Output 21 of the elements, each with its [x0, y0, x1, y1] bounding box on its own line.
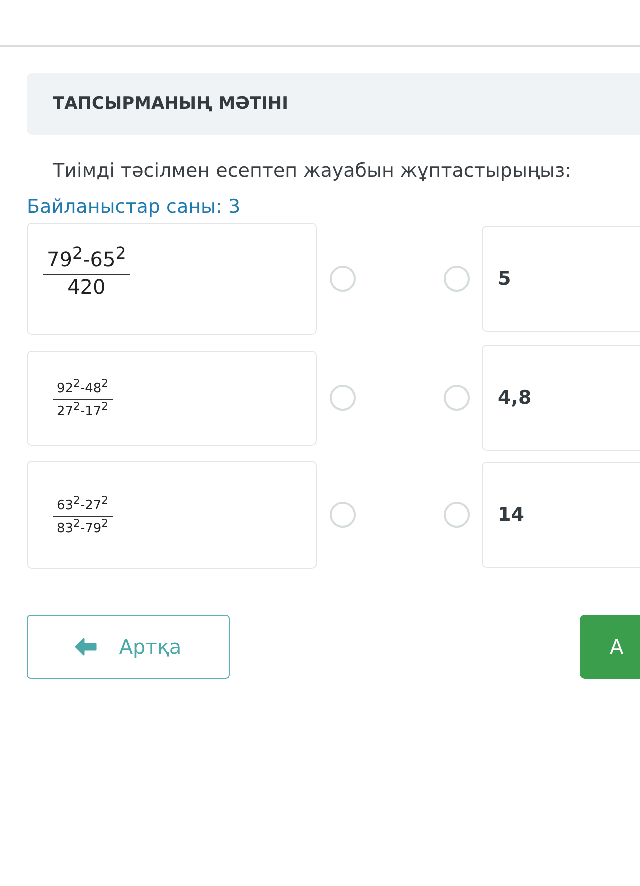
arrow-left-icon	[75, 638, 98, 656]
radio-button[interactable]	[330, 385, 356, 411]
radio-button[interactable]	[444, 266, 470, 292]
next-button[interactable]: А	[580, 615, 640, 679]
instruction-text: Тиімді тәсілмен есептеп жауабын жұптастырыңыз:	[53, 160, 573, 182]
fraction-numerator: 63$^{2}$-27$^{2}$	[53, 494, 113, 516]
fraction-denominator: 420	[68, 274, 106, 299]
task-title: ТАПСЫРМАНЫҢ МӘТІНІ	[53, 94, 288, 114]
radio-button[interactable]	[444, 385, 470, 411]
fraction-numerator: 92$^{2}$-48$^{2}$	[53, 377, 113, 400]
radio-button[interactable]	[330, 266, 356, 292]
fraction-denominator: 83$^{2}$-79$^{2}$	[57, 516, 109, 536]
answer-value: 14	[498, 504, 524, 526]
answer-value: 5	[498, 268, 512, 290]
radio-button[interactable]	[330, 502, 356, 528]
links-count: Байланыстар саны: 3	[27, 196, 242, 218]
fraction-denominator: 27$^{2}$-17$^{2}$	[57, 400, 109, 419]
answer-value: 4,8	[498, 387, 532, 409]
fraction-numerator: 79$^{2}$-65$^{2}$	[43, 244, 130, 275]
radio-button[interactable]	[444, 502, 470, 528]
back-button[interactable]: Артқа	[27, 615, 230, 679]
